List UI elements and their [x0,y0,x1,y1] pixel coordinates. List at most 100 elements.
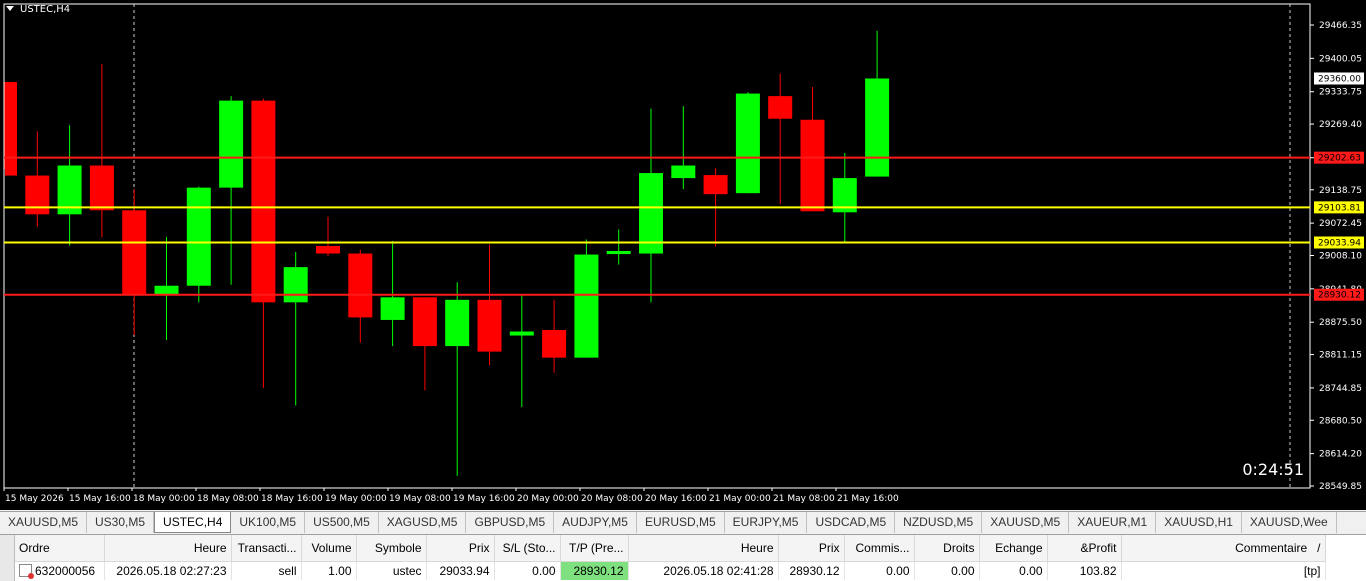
terminal-panel: inal Ordre Heure Transacti... Volume Symbole… [0,534,1366,581]
tab-xagusd-m5[interactable]: XAGUSD,M5 [379,512,467,533]
time-axis-label: 15 May 2026 [5,494,64,504]
tab-xauusd-m5[interactable]: XAUUSD,M5 [982,512,1070,533]
candle-body [348,253,373,318]
column-header[interactable]: Transacti... [231,535,302,562]
time-axis-label: 21 May 16:00 [837,494,899,504]
price-axis-label: 29333.75 [1319,88,1362,98]
tab-xaueur-m1[interactable]: XAUEUR,M1 [1069,512,1157,533]
column-header[interactable]: Commis... [844,535,915,562]
candle-body [509,331,534,336]
table-cell: 1.00 [301,561,357,580]
candle-body [251,100,276,303]
candle-body [154,285,179,295]
candle-body [219,100,244,188]
sort-indicator: / [1317,541,1321,555]
column-header[interactable]: Commentaire / [1121,535,1326,562]
table-cell: 2026.05.18 02:41:28 [628,561,779,580]
time-axis-label: 19 May 00:00 [325,494,387,504]
tab-usdcad-m5[interactable]: USDCAD,M5 [807,512,896,533]
price-chart[interactable]: 29466.3529400.0529333.7529269.4029202.45… [0,0,1366,510]
tab-uk100-m5[interactable]: UK100,M5 [231,512,306,533]
column-header[interactable]: Prix [778,535,845,562]
chart-area[interactable]: 29466.3529400.0529333.7529269.4029202.45… [0,0,1366,510]
candle-body [865,78,890,177]
table-cell: 29033.94 [426,561,495,580]
column-header[interactable]: Volume [301,535,357,562]
tab-us30-m5[interactable]: US30,M5 [87,512,155,533]
tab-eurjpy-m5[interactable]: EURJPY,M5 [725,512,808,533]
column-header[interactable]: Droits [914,535,980,562]
chart-symbol-title: USTEC,H4 [20,4,71,15]
table-cell: 0.00 [979,561,1048,580]
price-axis-label: 28811.15 [1319,351,1362,361]
price-axis-label: 29138.75 [1319,186,1362,196]
time-axis-label: 18 May 16:00 [261,494,323,504]
table-cell: 28930.12 [560,561,629,580]
table-cell: 2026.05.18 02:27:23 [104,561,232,580]
time-axis-label: 18 May 00:00 [133,494,195,504]
candle-body [606,251,631,255]
candle-body [380,297,405,320]
price-axis-label: 29008.10 [1319,252,1362,262]
tab-xauusd-h1[interactable]: XAUUSD,H1 [1156,512,1242,533]
order-icon [19,564,34,579]
tab-xauusd-m5[interactable]: XAUUSD,M5 [0,512,88,533]
table-body: 632000056 2026.05.18 02:27:23 sell 1.00 uste… [15,561,1326,580]
time-axis-label: 19 May 16:00 [453,494,515,504]
table-cell: sell [231,561,302,580]
tab-ustec-h4[interactable]: USTEC,H4 [154,512,232,533]
table-cell: 0.00 [914,561,980,580]
tab-eurusd-m5[interactable]: EURUSD,M5 [637,512,725,533]
column-header[interactable]: Heure [628,535,779,562]
tab-us500-m5[interactable]: US500,M5 [305,512,379,533]
column-header[interactable]: Prix [426,535,495,562]
tab-xauusd-wee[interactable]: XAUUSD,Wee [1242,512,1337,533]
price-axis-label: 28680.50 [1319,416,1362,426]
candle-body [316,245,340,254]
candle-body [89,165,114,211]
candle-body [671,165,696,179]
orders-table: Ordre Heure Transacti... Volume Symbole Prix S… [15,535,1326,580]
column-header[interactable]: &Profit [1047,535,1122,562]
price-axis-label: 28614.20 [1319,450,1362,460]
column-header[interactable]: S/L (Sto... [494,535,561,562]
table-cell: 0.00 [844,561,915,580]
candle-body [574,254,599,358]
table-cell: ustec [356,561,427,580]
time-axis-label: 18 May 08:00 [197,494,259,504]
candle-body [122,210,147,295]
candle-body [186,187,211,286]
candle-body [412,297,437,347]
column-header[interactable]: Ordre [15,535,105,562]
price-axis-label: 28744.85 [1319,384,1362,394]
table-cell: 28930.12 [778,561,845,580]
candle-body [735,93,760,194]
time-axis-label: 20 May 08:00 [581,494,643,504]
terminal-side-tab[interactable]: inal [0,535,15,581]
candle-body [542,329,567,358]
tab-audjpy-m5[interactable]: AUDJPY,M5 [554,512,637,533]
time-axis-label: 19 May 08:00 [389,494,451,504]
candle-body [477,299,502,352]
price-level-label: 29103.81 [1318,203,1361,213]
column-header[interactable]: Heure [104,535,232,562]
time-axis-label: 21 May 00:00 [709,494,771,504]
price-axis-label: 29466.35 [1319,21,1362,31]
column-header[interactable]: T/P (Pre... [560,535,629,562]
time-axis-label: 21 May 08:00 [773,494,835,504]
time-axis-label: 15 May 16:00 [69,494,131,504]
column-header[interactable]: Symbole [356,535,427,562]
price-axis-label: 29400.05 [1319,54,1362,64]
table-header-row: Ordre Heure Transacti... Volume Symbole Prix S… [15,535,1326,562]
price-level-label: 29202.63 [1318,154,1361,164]
table-row[interactable]: 632000056 2026.05.18 02:27:23 sell 1.00 uste… [15,561,1326,580]
chart-menu-arrow-icon[interactable] [6,6,14,11]
terminal-side-label: inal [0,554,3,572]
column-header[interactable]: Echange [979,535,1048,562]
candle-body [25,175,50,215]
tab-gbpusd-m5[interactable]: GBPUSD,M5 [466,512,555,533]
table-cell: [tp] [1121,561,1326,580]
table-cell: 0.00 [494,561,561,580]
tab-nzdusd-m5[interactable]: NZDUSD,M5 [895,512,983,533]
time-axis-label: 20 May 16:00 [645,494,707,504]
